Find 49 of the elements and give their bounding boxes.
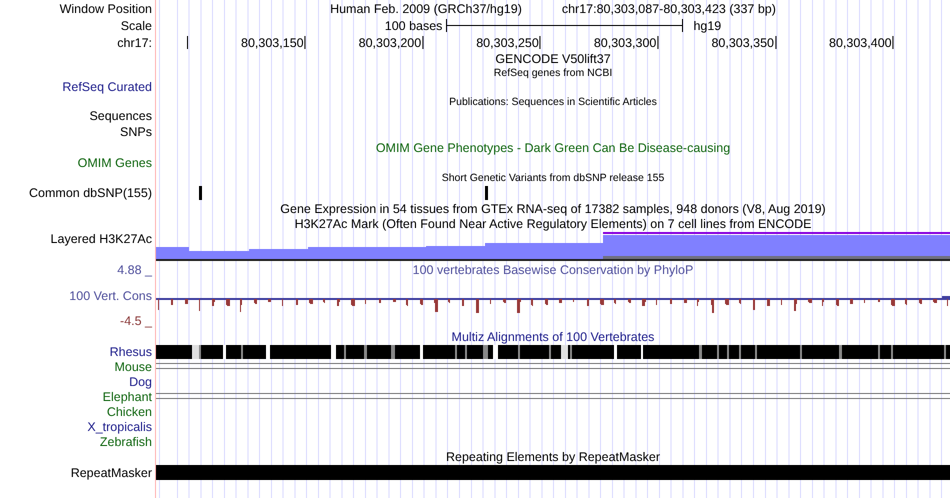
- track-title: Publications: Sequences in Scientific Articles: [449, 96, 657, 108]
- track-label[interactable]: 4.88 _: [117, 263, 152, 277]
- assembly-text: Human Feb. 2009 (GRCh37/hg19): [330, 2, 522, 16]
- track-label[interactable]: Sequences: [89, 109, 152, 123]
- track-title: H3K27Ac Mark (Often Found Near Active Regulatory Elements) on 7 cell lines from ENCODE: [294, 216, 812, 230]
- ruler-tick: [657, 36, 658, 49]
- assembly-text: hg19: [693, 18, 722, 32]
- ruler-label: 80,303,300: [594, 36, 656, 50]
- track-title: Repeating Elements by RepeatMasker: [446, 450, 660, 464]
- track-label[interactable]: RefSeq Curated: [62, 80, 152, 94]
- track-label: Window Position: [60, 2, 152, 16]
- track-title: RefSeq genes from NCBI: [494, 66, 612, 78]
- track-title: Multiz Alignments of 100 Vertebrates: [452, 330, 654, 344]
- snp-mark[interactable]: [485, 186, 488, 200]
- snp-mark[interactable]: [199, 186, 202, 200]
- ruler-tick: [304, 36, 306, 49]
- track-title: 100 vertebrates Basewise Conservation by PhyloP: [412, 263, 694, 277]
- ruler-tick: [422, 36, 424, 49]
- track-label: Scale: [120, 18, 152, 32]
- track-label[interactable]: Rhesus: [110, 344, 152, 358]
- track-label[interactable]: Layered H3K27Ac: [50, 232, 152, 246]
- track-label[interactable]: 100 Vert. Cons: [69, 288, 152, 302]
- track-label[interactable]: SNPs: [120, 125, 152, 139]
- ruler-label: 80,303,150: [241, 36, 304, 50]
- scale-text: 100 bases: [384, 18, 442, 32]
- ruler-tick: [892, 36, 894, 49]
- track-label[interactable]: Chicken: [106, 404, 152, 418]
- track-label[interactable]: Zebrafish: [100, 434, 152, 448]
- track-label[interactable]: Common dbSNP(155): [29, 186, 152, 200]
- track-title: Gene Expression in 54 tissues from GTEx RNA-seq of 17382 samples, 948 donors (V8, Aug 2019): [280, 202, 826, 216]
- track-label[interactable]: -4.5 _: [120, 314, 152, 328]
- ruler-tick: [775, 36, 776, 49]
- track-label[interactable]: Mouse: [114, 360, 152, 374]
- track-title: OMIM Gene Phenotypes - Dark Green Can Be Disease-causing: [376, 140, 730, 154]
- ruler-label: 80,303,250: [476, 36, 539, 50]
- track-title: Short Genetic Variants from dbSNP release 155: [442, 172, 664, 184]
- ruler-label: 80,303,350: [711, 36, 774, 50]
- track-label[interactable]: OMIM Genes: [78, 156, 152, 170]
- ruler-tick: [540, 36, 541, 49]
- ruler-label: 80,303,200: [358, 36, 422, 50]
- track-label[interactable]: Dog: [129, 374, 152, 388]
- track-label[interactable]: X_tropicalis: [87, 420, 152, 434]
- position-text: chr17:80,303,087-80,303,423 (337 bp): [562, 2, 776, 16]
- track-title: GENCODE V50lift37: [495, 52, 611, 66]
- track-label: chr17:: [117, 36, 152, 50]
- track-label[interactable]: RepeatMasker: [70, 466, 152, 480]
- ruler-tick: [187, 36, 188, 49]
- ruler-label: 80,303,400: [829, 36, 892, 50]
- track-label[interactable]: Elephant: [102, 390, 152, 404]
